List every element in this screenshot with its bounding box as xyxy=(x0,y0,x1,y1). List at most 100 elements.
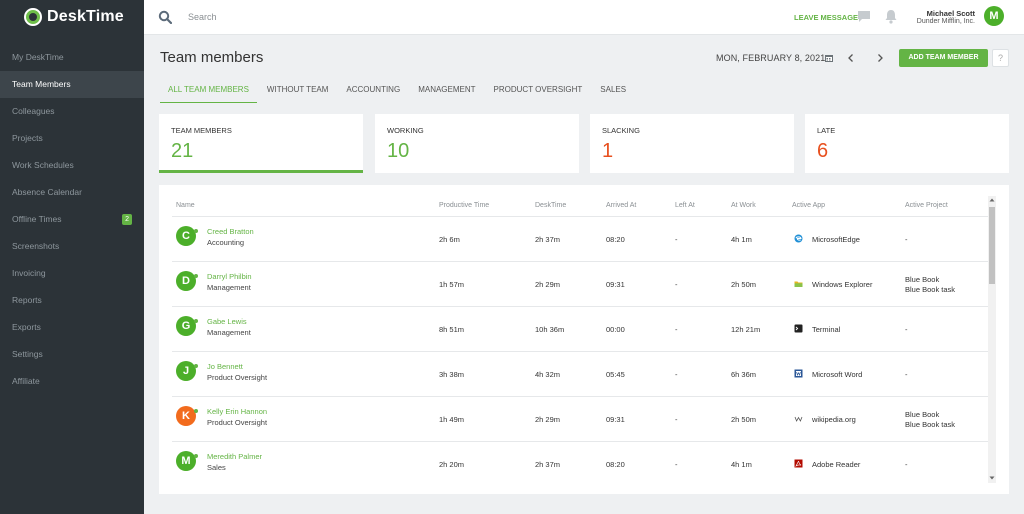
scroll-up-arrow-icon[interactable] xyxy=(989,197,995,203)
team-members-table: Name Productive Time DeskTime Arrived At… xyxy=(159,185,1009,494)
sidebar-item-label: Offline Times xyxy=(12,214,62,224)
member-name-link[interactable]: Meredith Palmer xyxy=(207,452,262,461)
member-avatar[interactable]: G xyxy=(176,316,196,336)
desktime-logo-icon xyxy=(24,8,42,26)
member-name-link[interactable]: Kelly Erin Hannon xyxy=(207,407,267,416)
member-avatar[interactable]: D xyxy=(176,271,196,291)
arrived-at: 09:31 xyxy=(606,415,625,424)
at-work: 2h 50m xyxy=(731,415,757,424)
stat-value: 1 xyxy=(602,140,614,162)
column-header-desktime[interactable]: DeskTime xyxy=(535,202,566,209)
table-row[interactable]: G Gabe Lewis Management 8h 51m 10h 36m 0… xyxy=(172,306,989,351)
tab-product-oversight[interactable]: PRODUCT OVERSIGHT xyxy=(494,80,583,103)
user-avatar[interactable]: M xyxy=(984,6,1004,26)
brand[interactable]: DeskTime xyxy=(0,0,144,34)
column-header-left-at[interactable]: Left At xyxy=(675,202,695,209)
offline-times-badge: 2 xyxy=(122,214,132,225)
column-header-name[interactable]: Name xyxy=(176,202,195,209)
productive-time: 1h 49m xyxy=(439,415,465,424)
scrollbar-thumb[interactable] xyxy=(989,207,995,284)
active-app: Microsoft Word xyxy=(812,370,863,379)
sidebar-item-colleagues[interactable]: Colleagues xyxy=(0,98,144,125)
member-avatar[interactable]: K xyxy=(176,406,196,426)
online-status-dot xyxy=(194,229,198,233)
tab-management[interactable]: MANAGEMENT xyxy=(418,80,475,103)
desktime-value: 10h 36m xyxy=(535,325,565,334)
active-project: - xyxy=(905,370,908,379)
column-header-active-app[interactable]: Active App xyxy=(792,202,825,209)
chat-icon[interactable] xyxy=(858,11,870,22)
sidebar-item-my-desktime[interactable]: My DeskTime xyxy=(0,44,144,71)
member-avatar[interactable]: C xyxy=(176,226,196,246)
sidebar-item-settings[interactable]: Settings xyxy=(0,341,144,368)
arrived-at: 09:31 xyxy=(606,280,625,289)
left-at: - xyxy=(675,325,678,334)
tab-all-team-members[interactable]: ALL TEAM MEMBERS xyxy=(160,80,257,103)
column-header-productive-time[interactable]: Productive Time xyxy=(439,202,489,209)
table-row[interactable]: K Kelly Erin Hannon Product Oversight 1h… xyxy=(172,396,989,441)
arrived-at: 05:45 xyxy=(606,370,625,379)
table-row[interactable]: M Meredith Palmer Sales 2h 20m 2h 37m 08… xyxy=(172,441,989,486)
tab-sales[interactable]: SALES xyxy=(600,80,626,103)
member-avatar[interactable]: J xyxy=(176,361,196,381)
date-label[interactable]: MON, FEBRUARY 8, 2021 xyxy=(716,53,825,63)
search-icon[interactable] xyxy=(158,10,172,24)
desktime-value: 2h 37m xyxy=(535,460,561,469)
left-at: - xyxy=(675,415,678,424)
sidebar-item-absence-calendar[interactable]: Absence Calendar xyxy=(0,179,144,206)
desktime-value: 2h 29m xyxy=(535,280,561,289)
sidebar-item-projects[interactable]: Projects xyxy=(0,125,144,152)
member-name-link[interactable]: Gabe Lewis xyxy=(207,317,247,326)
calendar-icon[interactable] xyxy=(825,54,833,62)
stat-card-slacking[interactable]: SLACKING 1 xyxy=(590,114,794,173)
edge-icon xyxy=(794,234,803,243)
member-team: Accounting xyxy=(207,238,245,247)
active-project: Blue Book xyxy=(905,275,940,284)
online-status-dot xyxy=(194,274,198,278)
sidebar: DeskTime My DeskTime Team Members Collea… xyxy=(0,0,144,514)
online-status-dot xyxy=(194,409,198,413)
add-team-member-button[interactable]: ADD TEAM MEMBER xyxy=(899,49,988,67)
chevron-right-icon[interactable] xyxy=(874,52,886,64)
stat-card-team-members[interactable]: TEAM MEMBERS 21 xyxy=(159,114,363,173)
sidebar-item-exports[interactable]: Exports xyxy=(0,314,144,341)
leave-message-link[interactable]: LEAVE MESSAGE xyxy=(794,13,858,22)
stat-card-working[interactable]: WORKING 10 xyxy=(375,114,579,173)
tab-accounting[interactable]: ACCOUNTING xyxy=(346,80,400,103)
column-header-arrived-at[interactable]: Arrived At xyxy=(606,202,636,209)
sidebar-item-offline-times[interactable]: Offline Times 2 xyxy=(0,206,144,233)
sidebar-item-screenshots[interactable]: Screenshots xyxy=(0,233,144,260)
column-header-at-work[interactable]: At Work xyxy=(731,202,756,209)
active-app: Terminal xyxy=(812,325,841,334)
column-header-active-project[interactable]: Active Project xyxy=(905,202,948,209)
bell-icon[interactable] xyxy=(884,9,898,24)
member-name-link[interactable]: Creed Bratton xyxy=(207,227,254,236)
tab-without-team[interactable]: WITHOUT TEAM xyxy=(267,80,328,103)
scroll-down-arrow-icon[interactable] xyxy=(989,475,995,481)
user-name[interactable]: Michael Scott xyxy=(927,9,975,18)
table-row[interactable]: C Creed Bratton Accounting 2h 6m 2h 37m … xyxy=(172,216,989,261)
sidebar-item-team-members[interactable]: Team Members xyxy=(0,71,144,98)
active-project-task: Blue Book task xyxy=(905,285,956,294)
left-at: - xyxy=(675,280,678,289)
at-work: 6h 36m xyxy=(731,370,757,379)
member-team: Management xyxy=(207,328,251,337)
sidebar-item-reports[interactable]: Reports xyxy=(0,287,144,314)
sidebar-item-affiliate[interactable]: Affiliate xyxy=(0,368,144,395)
member-name-link[interactable]: Jo Bennett xyxy=(207,362,243,371)
member-avatar[interactable]: M xyxy=(176,451,196,471)
sidebar-item-work-schedules[interactable]: Work Schedules xyxy=(0,152,144,179)
stat-card-late[interactable]: LATE 6 xyxy=(805,114,1009,173)
member-name-link[interactable]: Darryl Philbin xyxy=(207,272,252,281)
chevron-left-icon[interactable] xyxy=(845,52,857,64)
table-row[interactable]: J Jo Bennett Product Oversight 3h 38m 4h… xyxy=(172,351,989,396)
sidebar-item-invoicing[interactable]: Invoicing xyxy=(0,260,144,287)
search-input[interactable] xyxy=(188,10,488,24)
active-app: Windows Explorer xyxy=(812,280,873,289)
active-app: Adobe Reader xyxy=(812,460,861,469)
table-row[interactable]: D Darryl Philbin Management 1h 57m 2h 29… xyxy=(172,261,989,306)
left-at: - xyxy=(675,460,678,469)
help-button[interactable]: ? xyxy=(992,49,1009,67)
left-at: - xyxy=(675,235,678,244)
word-icon xyxy=(794,369,803,378)
